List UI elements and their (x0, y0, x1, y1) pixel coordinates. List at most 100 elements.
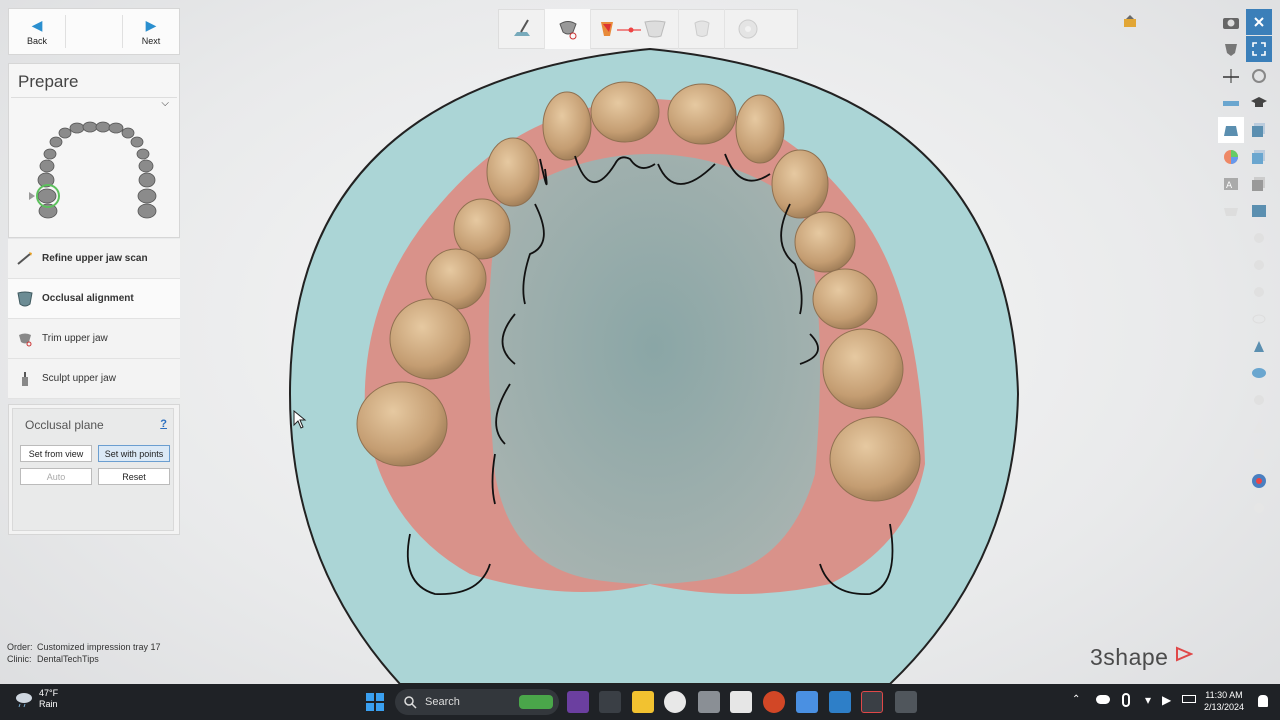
close-icon[interactable] (1246, 9, 1272, 35)
search-highlight-icon (519, 695, 553, 709)
app-icon[interactable] (698, 691, 720, 713)
plane-cut-icon[interactable] (1218, 63, 1244, 89)
step-sculpt-upper-jaw[interactable]: Sculpt upper jaw (8, 359, 180, 399)
notification-bell-icon[interactable] (1258, 695, 1268, 707)
prepare-title: Prepare (11, 64, 177, 98)
weather-widget[interactable]: 47°F Rain (14, 688, 58, 710)
step-label: Trim upper jaw (42, 333, 108, 344)
layer-duplicate-icon[interactable] (1246, 171, 1272, 197)
set-with-points-button[interactable]: Set with points (98, 445, 170, 462)
text-label-icon[interactable]: A (1218, 171, 1244, 197)
battery-icon[interactable] (1182, 695, 1196, 703)
brand-mark-icon (1176, 646, 1194, 662)
right-toolbar: A (1218, 9, 1246, 225)
fullscreen-icon[interactable] (1246, 36, 1272, 62)
tooth-chart-icon[interactable] (19, 118, 169, 238)
trim-icon (14, 328, 36, 350)
3shape-taskbar-icon[interactable] (861, 691, 883, 713)
chevron-up-icon[interactable]: ⌃ (1072, 694, 1080, 705)
prepare-panel: Prepare ⌵ (8, 63, 180, 238)
tooth-tool-icon[interactable] (1246, 387, 1272, 413)
step-label: Refine upper jaw scan (42, 253, 148, 264)
prepare-stage-icon[interactable] (545, 9, 591, 49)
volume-icon[interactable]: ▶ (1162, 693, 1171, 707)
right-toolbar-secondary (1246, 9, 1274, 522)
mouse-cursor-icon (293, 410, 307, 429)
help-link[interactable]: ? (160, 418, 167, 430)
order-info: Order: Customized impression tray 17 Clin… (7, 641, 161, 665)
temperature: 47°F (39, 688, 59, 698)
box-icon[interactable] (1246, 441, 1272, 467)
smooth-icon[interactable] (1246, 252, 1272, 278)
system-clock[interactable]: 11:30 AM 2/13/2024 (1204, 689, 1244, 713)
next-label: Next (141, 35, 161, 46)
copilot-icon[interactable] (567, 691, 589, 713)
file-explorer-icon[interactable] (632, 691, 654, 713)
step-label: Occlusal alignment (42, 293, 134, 304)
measure-icon[interactable] (1218, 90, 1244, 116)
auto-button[interactable]: Auto (20, 468, 92, 485)
onedrive-icon[interactable] (1096, 695, 1110, 704)
jaw-base-icon[interactable] (1246, 360, 1272, 386)
search-icon (404, 696, 417, 709)
education-icon[interactable] (1246, 90, 1272, 116)
step-trim-upper-jaw[interactable]: Trim upper jaw (8, 319, 180, 359)
brand-text: 3shape (1090, 644, 1169, 670)
back-button[interactable]: ◀ Back (9, 9, 65, 54)
support-icon[interactable] (1246, 495, 1272, 521)
brand-logo: 3shape (1090, 644, 1194, 671)
tray-outline-icon[interactable] (1246, 306, 1272, 332)
reset-button[interactable]: Reset (98, 468, 170, 485)
layer-copy-icon[interactable] (1246, 144, 1272, 170)
set-from-view-button[interactable]: Set from view (20, 445, 92, 462)
notepad-icon[interactable] (796, 691, 818, 713)
brush-icon[interactable] (1246, 225, 1272, 251)
occlusal-alignment-icon (14, 288, 36, 310)
back-label: Back (26, 35, 47, 46)
next-button[interactable]: ▶ Next (123, 9, 179, 54)
windows-start-icon[interactable] (364, 691, 386, 713)
layer-export-icon[interactable] (1246, 198, 1272, 224)
finish-stage-icon[interactable] (679, 9, 725, 49)
chevron-down-icon[interactable]: ⌵ (161, 98, 169, 109)
step-label: Sculpt upper jaw (42, 373, 116, 384)
clinic-label: Clinic: (7, 654, 32, 664)
dental-app-icon[interactable] (730, 691, 752, 713)
layer-icon[interactable] (1246, 117, 1272, 143)
rain-cloud-icon (16, 693, 32, 708)
export-stage-icon[interactable] (725, 9, 771, 49)
workflow-steps: Refine upper jaw scan Occlusal alignment… (8, 239, 180, 399)
task-view-icon[interactable] (599, 691, 621, 713)
sculpt-tool-icon[interactable] (1246, 333, 1272, 359)
microphone-icon[interactable] (1122, 693, 1130, 707)
windows-taskbar: 47°F Rain Search ⌃ ▾ ▶ 11:30 AM 2/13/2024 (0, 684, 1280, 720)
wax-icon[interactable] (1246, 279, 1272, 305)
design-stage-icon[interactable] (591, 9, 679, 49)
step-occlusal-alignment[interactable]: Occlusal alignment (8, 279, 180, 319)
scan-stage-icon[interactable] (499, 9, 545, 49)
wifi-icon[interactable]: ▾ (1145, 693, 1151, 707)
notification-icon[interactable] (1123, 14, 1137, 28)
taskbar-search[interactable]: Search (395, 689, 559, 715)
model-view-icon[interactable] (1218, 117, 1244, 143)
color-wheel-icon[interactable] (1218, 144, 1244, 170)
chrome-icon[interactable] (664, 691, 686, 713)
navigation-box: ◀ Back ▶ Next (8, 8, 180, 55)
order-value: Customized impression tray 17 (37, 642, 161, 652)
step-refine-upper-jaw-scan[interactable]: Refine upper jaw scan (8, 239, 180, 279)
search-placeholder: Search (425, 696, 460, 708)
view-shield-icon[interactable] (1218, 36, 1244, 62)
chat-icon[interactable] (1246, 468, 1272, 494)
jaw-3d-viewport[interactable] (270, 44, 1030, 684)
powerpoint-icon[interactable] (763, 691, 785, 713)
arrow-left-icon: ◀ (31, 16, 43, 33)
tray-icon[interactable] (1218, 198, 1244, 224)
warning-icon[interactable] (1246, 414, 1272, 440)
camera-icon[interactable] (1218, 9, 1244, 35)
app-blue-icon[interactable] (829, 691, 851, 713)
rotate-view-icon[interactable] (1246, 63, 1272, 89)
refine-scan-icon (14, 248, 36, 270)
weather-text: Rain (39, 699, 58, 709)
dental-system-icon[interactable] (895, 691, 917, 713)
